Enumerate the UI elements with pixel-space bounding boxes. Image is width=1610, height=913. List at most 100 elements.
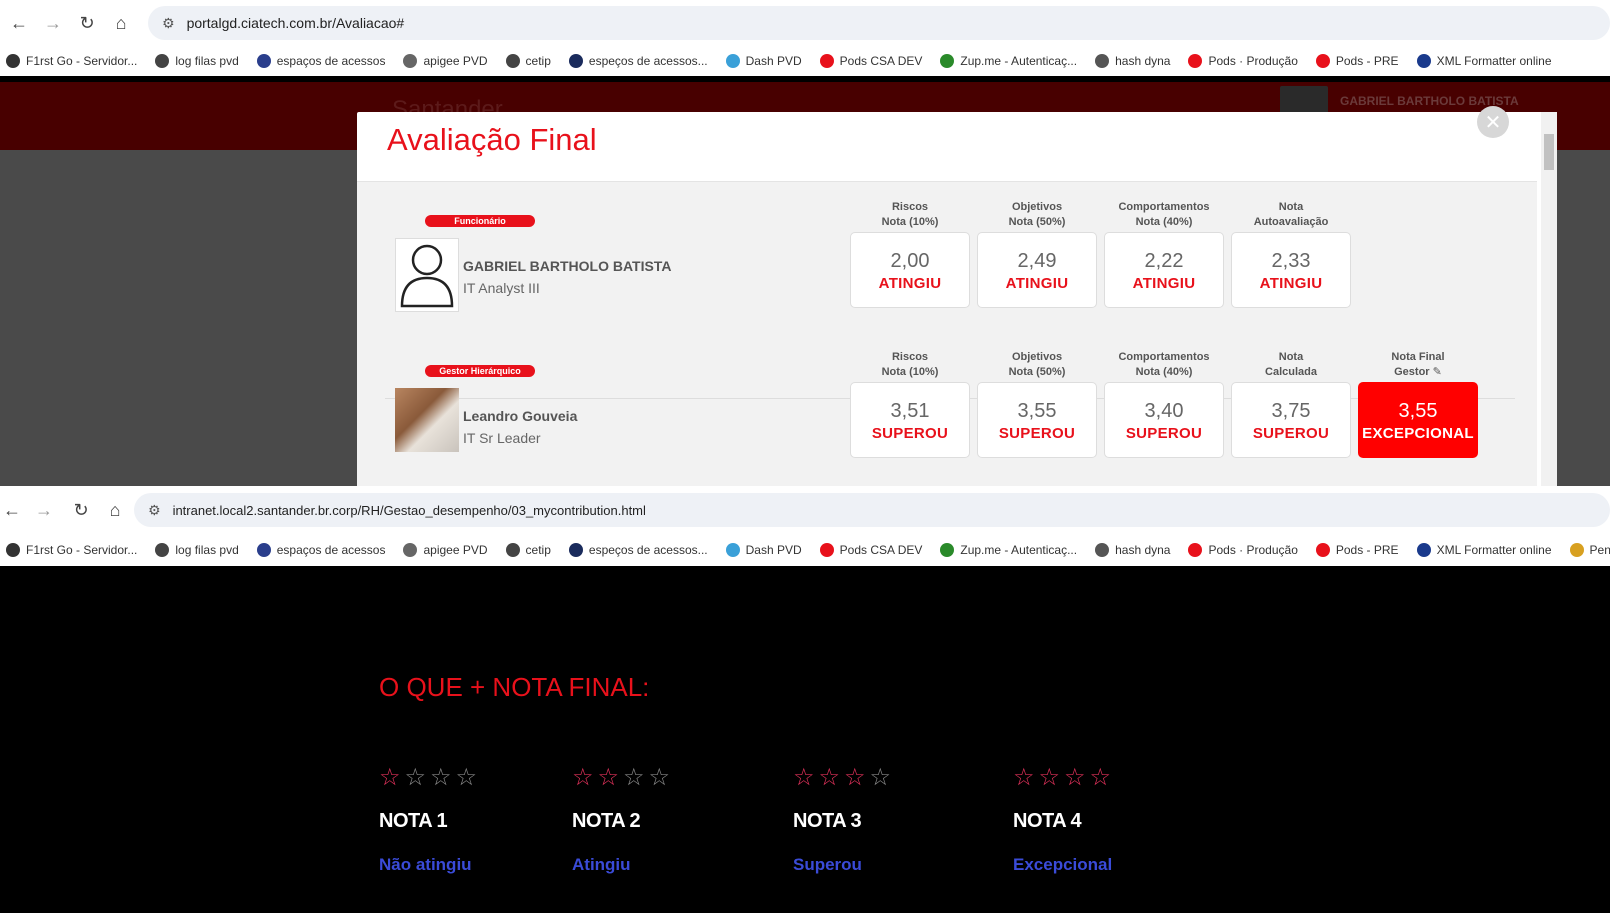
bookmark-item[interactable]: hash dyna	[1095, 54, 1170, 68]
bookmark-item[interactable]: Pods · Produção	[1188, 54, 1298, 68]
bookmark-item[interactable]: Dash PVD	[725, 54, 802, 68]
browser-window-top: ← → ↻ ⌂ ⚙ portalgd.ciatech.com.br/Avalia…	[0, 0, 1610, 76]
bookmarks-bar-2: F1rst Go - Servidor... log filas pvd espaç…	[0, 534, 1610, 566]
star-filled-icon: ☆	[793, 764, 815, 791]
bookmark-item[interactable]: XML Formatter online	[1416, 543, 1552, 557]
reload-icon[interactable]: ↻	[70, 6, 104, 40]
site-settings-icon[interactable]: ⚙	[148, 502, 161, 519]
bookmark-label: espaços de acessos	[276, 543, 386, 557]
bookmark-item[interactable]: F1rst Go - Servidor...	[6, 543, 137, 557]
rating-description: Superou	[793, 855, 862, 874]
bookmark-item[interactable]: Dash PVD	[725, 543, 802, 557]
bookmark-item[interactable]: espeços de acessos...	[568, 54, 708, 68]
back-arrow-icon[interactable]: ←	[2, 6, 36, 40]
bookmark-item[interactable]: cetip	[505, 543, 551, 557]
back-arrow-icon[interactable]: ←	[0, 493, 24, 527]
address-bar-row-2: ← → ↻ ⌂ ⚙ intranet.local2.santander.br.c…	[0, 486, 1610, 534]
bookmark-label: Zup.me - Autenticaç...	[960, 54, 1078, 68]
bookmark-favicon-icon	[1315, 54, 1330, 68]
score-column: Nota Autoavaliação 2,33 ATINGIU	[1231, 200, 1351, 308]
score-value: 2,49	[1017, 250, 1057, 272]
bookmark-item[interactable]: espaços de acessos	[256, 54, 386, 68]
forward-arrow-icon[interactable]: →	[36, 6, 70, 40]
address-bar-row: ← → ↻ ⌂ ⚙ portalgd.ciatech.com.br/Avalia…	[0, 0, 1610, 46]
score-column: Comportamentos Nota (40%) 2,22 ATINGIU	[1104, 200, 1224, 308]
bookmark-item[interactable]: F1rst Go - Servidor...	[6, 54, 137, 68]
bookmark-item[interactable]: Pods · Produção	[1188, 543, 1298, 557]
score-header-sub[interactable]: Gestor ✎	[1358, 365, 1478, 380]
score-result-label: SUPEROU	[871, 425, 949, 442]
score-value: 2,22	[1144, 250, 1184, 272]
bookmark-item[interactable]: apigee PVD	[403, 54, 488, 68]
score-header: Riscos Nota (10%)	[850, 200, 970, 232]
manager-name: Leandro Gouveia	[463, 408, 578, 424]
bookmarks-bar: F1rst Go - Servidor... log filas pvd espaç…	[0, 46, 1610, 76]
bookmark-favicon-icon	[1188, 543, 1203, 557]
bookmark-item[interactable]: apigee PVD	[403, 543, 488, 557]
manager-photo	[395, 388, 459, 452]
employee-badge: Funcionário	[425, 215, 535, 227]
star-filled-icon: ☆	[844, 764, 866, 791]
bookmark-label: espaços de acessos	[276, 54, 386, 68]
star-empty-icon: ☆	[648, 764, 671, 791]
bookmark-item[interactable]: log filas pvd	[155, 543, 239, 557]
score-result-label: ATINGIU	[878, 275, 942, 292]
url-text: portalgd.ciatech.com.br/Avaliacao#	[186, 15, 405, 31]
bookmark-label: Pods CSA DEV	[839, 54, 923, 68]
bookmark-label: Pods - PRE	[1335, 543, 1399, 557]
close-icon[interactable]: ✕	[1477, 106, 1509, 138]
score-result-label: ATINGIU	[1259, 275, 1323, 292]
score-header-sub: Nota (10%)	[881, 216, 939, 228]
score-header-sub: Nota (50%)	[1008, 216, 1066, 228]
bookmark-item[interactable]: log filas pvd	[155, 54, 239, 68]
bookmark-favicon-icon	[568, 543, 583, 557]
star-filled-icon: ☆	[379, 764, 401, 791]
home-icon[interactable]: ⌂	[98, 493, 132, 527]
bookmark-label: Pods · Produção	[1208, 543, 1298, 557]
score-header-sub: Nota (10%)	[881, 366, 939, 378]
reload-icon[interactable]: ↻	[64, 493, 98, 527]
bookmark-item[interactable]: Pods CSA DEV	[819, 543, 922, 557]
score-card: 2,33 ATINGIU	[1231, 232, 1351, 308]
bookmark-item[interactable]: Pende	[1569, 543, 1610, 557]
bookmark-label: Pods - PRE	[1335, 54, 1399, 68]
url-field[interactable]: ⚙ portalgd.ciatech.com.br/Avaliacao#	[148, 6, 1610, 40]
bookmark-item[interactable]: Pods CSA DEV	[819, 54, 923, 68]
bookmark-item[interactable]: cetip	[505, 54, 551, 68]
forward-arrow-icon[interactable]: →	[24, 493, 64, 527]
scrollbar-thumb[interactable]	[1544, 134, 1554, 170]
bookmark-favicon-icon	[155, 543, 170, 557]
bookmark-favicon-icon	[940, 54, 955, 68]
browser-window-bottom: ← → ↻ ⌂ ⚙ intranet.local2.santander.br.c…	[0, 486, 1610, 566]
bookmark-favicon-icon	[505, 543, 520, 557]
bookmark-item[interactable]: espeços de acessos...	[568, 543, 708, 557]
star-filled-icon: ☆	[572, 764, 594, 791]
score-header: Objetivos Nota (50%)	[977, 200, 1097, 232]
score-header: Comportamentos Nota (40%)	[1104, 350, 1224, 382]
bookmark-label: log filas pvd	[175, 54, 239, 68]
manager-badge: Gestor Hierárquico	[425, 365, 535, 377]
score-header-title: Riscos	[891, 201, 929, 213]
star-empty-icon: ☆	[623, 764, 645, 791]
score-column: Riscos Nota (10%) 3,51 SUPEROU	[850, 350, 970, 458]
modal-title: Avaliação Final	[387, 122, 597, 157]
bookmark-item[interactable]: espaços de acessos	[256, 543, 386, 557]
site-settings-icon[interactable]: ⚙	[162, 15, 175, 32]
bookmark-label: XML Formatter online	[1436, 54, 1552, 68]
bookmark-item[interactable]: Pods - PRE	[1315, 54, 1399, 68]
bookmark-label: hash dyna	[1115, 543, 1171, 557]
modal-scrollbar[interactable]	[1541, 112, 1557, 486]
url-field-2[interactable]: ⚙ intranet.local2.santander.br.corp/RH/G…	[134, 493, 1610, 527]
star-empty-icon: ☆	[404, 764, 427, 791]
bookmark-item[interactable]: Pods - PRE	[1315, 543, 1399, 557]
bookmark-item[interactable]: Zup.me - Autenticaç...	[940, 543, 1077, 557]
bookmark-favicon-icon	[819, 54, 834, 68]
bookmark-item[interactable]: Zup.me - Autenticaç...	[940, 54, 1077, 68]
employee-avatar	[395, 238, 459, 312]
score-column: Riscos Nota (10%) 2,00 ATINGIU	[850, 200, 970, 308]
mycontribution-page: O QUE + NOTA FINAL: ☆ ☆ ☆ ☆ NOTA 1 Não atingi…	[0, 566, 1610, 913]
home-icon[interactable]: ⌂	[104, 6, 138, 40]
bookmark-item[interactable]: hash dyna	[1095, 543, 1170, 557]
bookmark-item[interactable]: XML Formatter online	[1416, 54, 1552, 68]
star-rating: ☆ ☆ ☆ ☆	[793, 766, 891, 790]
